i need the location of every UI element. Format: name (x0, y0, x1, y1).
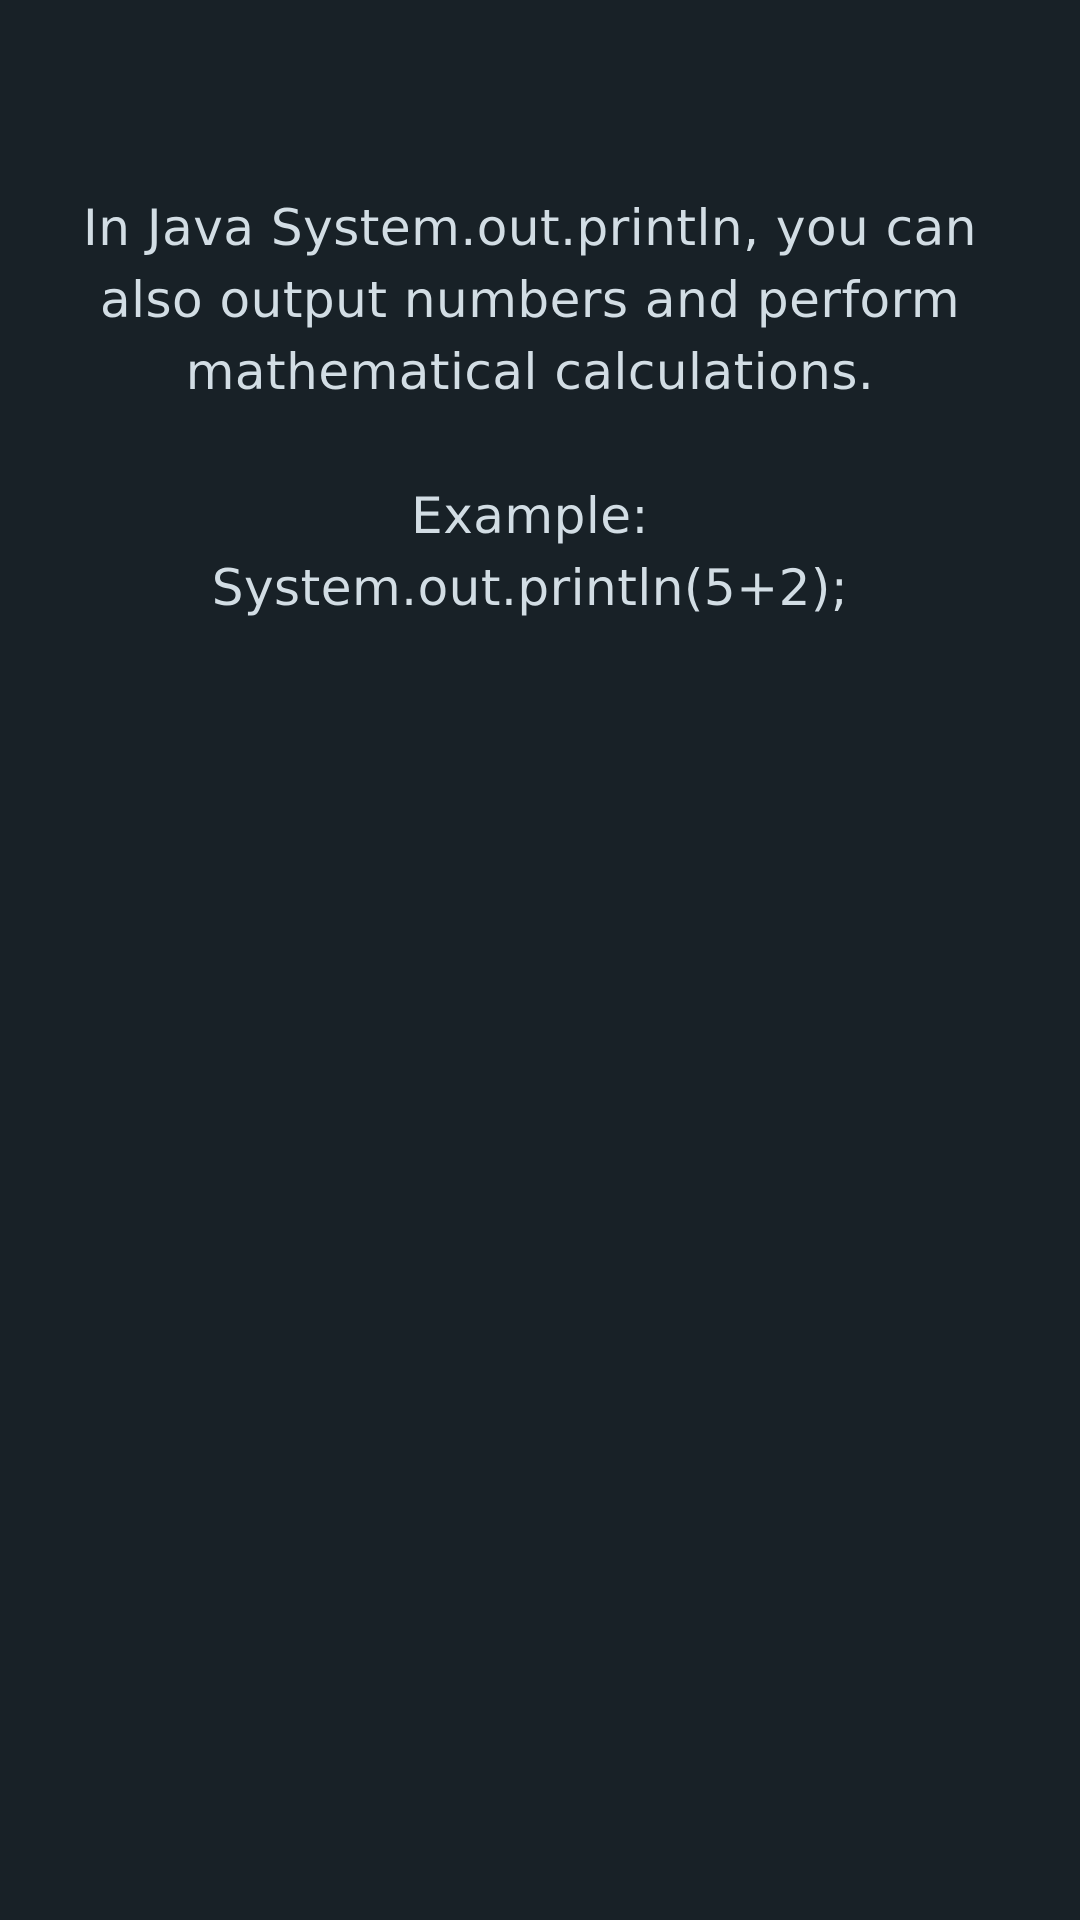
lesson-example: Example: System.out.println(5+2); (60, 480, 1000, 624)
lesson-screen: In Java System.out.println, you can also… (0, 0, 1080, 1920)
example-code: System.out.println(5+2); (211, 559, 849, 617)
lesson-text-block: In Java System.out.println, you can also… (60, 192, 1000, 624)
lesson-intro-line-3: mathematical calculations. (185, 343, 875, 401)
lesson-intro-line-2: also output numbers and perform (99, 271, 961, 329)
example-label: Example: (411, 487, 649, 545)
lesson-intro: In Java System.out.println, you can also… (60, 192, 1000, 408)
lesson-intro-line-1: In Java System.out.println, you can (83, 199, 977, 257)
